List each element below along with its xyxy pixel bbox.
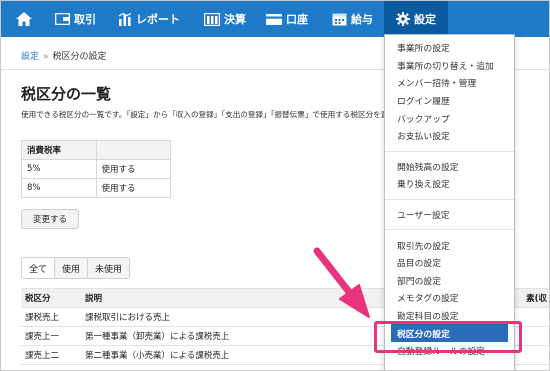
menu-item-department-settings[interactable]: 部門の設定 — [385, 272, 514, 290]
status-cell: 使用する — [95, 159, 171, 179]
menu-item-memo-tag-settings[interactable]: メモタグの設定 — [385, 289, 514, 307]
table-header-row: 消費税率 — [21, 140, 171, 160]
nav-item-settings[interactable]: 設定 — [384, 1, 448, 37]
code-cell: 課税売上 — [21, 307, 81, 327]
header-cell: 税区分 — [21, 288, 81, 308]
rate-cell: 8% — [21, 178, 97, 198]
table-row: 8% 使用する — [21, 178, 171, 198]
rate-cell: 5% — [21, 159, 97, 179]
nav-item-payroll[interactable]: 給与 — [332, 1, 373, 37]
tax-rate-table: 消費税率 5% 使用する 8% 使用する — [21, 140, 171, 198]
wallet-icon — [55, 13, 70, 25]
calendar-icon — [332, 12, 347, 26]
nav-label: 取引 — [74, 13, 96, 26]
nav-label: 給与 — [351, 13, 373, 26]
code-cell: 課売上一 — [21, 326, 81, 346]
menu-item-office-settings[interactable]: 事業所の設定 — [385, 39, 514, 57]
breadcrumb-link-settings[interactable]: 設定 — [21, 52, 39, 62]
menu-item-opening-balance[interactable]: 開始残高の設定 — [385, 158, 514, 176]
breadcrumb-current: 税区分の設定 — [52, 52, 107, 62]
page-title: 税区分の一覧 — [21, 85, 112, 103]
nav-label: 決算 — [224, 13, 246, 26]
page-description: 使用できる税区分の一覧です。「設定」から「収入の登録」「支出の登録」「振替伝票」… — [21, 110, 427, 119]
nav-label: 設定 — [414, 13, 436, 26]
nav-item-accounts[interactable]: 口座 — [266, 1, 308, 37]
menu-item-partner-settings[interactable]: 取引先の設定 — [385, 236, 514, 254]
code-cell: 課売上二 — [21, 345, 81, 365]
nav-item-closing[interactable]: 決算 — [204, 1, 246, 37]
nav-label: レポート — [136, 13, 180, 26]
menu-item-switch-office[interactable]: 事業所の切り替え・追加 — [385, 57, 514, 75]
header-cell — [95, 140, 171, 160]
menu-item-migration-settings[interactable]: 乗り換え設定 — [385, 175, 514, 193]
gear-icon — [396, 12, 410, 26]
top-navbar: 取引 レポート 決算 口座 給与 設定 — [1, 1, 549, 37]
nav-item-reports[interactable]: レポート — [118, 1, 180, 37]
highlight-box — [374, 321, 522, 353]
nav-item-transactions[interactable]: 取引 — [55, 1, 96, 37]
menu-item-login-history[interactable]: ログイン履歴 — [385, 92, 514, 110]
menu-divider — [385, 229, 514, 231]
filter-used-button[interactable]: 使用 — [54, 257, 89, 279]
table-row: 5% 使用する — [21, 159, 171, 179]
nav-label: 口座 — [286, 13, 308, 26]
bar-chart-icon — [118, 12, 132, 26]
breadcrumb-separator: » — [43, 52, 49, 62]
filter-unused-button[interactable]: 未使用 — [87, 257, 131, 279]
menu-item-backup[interactable]: バックアップ — [385, 109, 514, 127]
book-icon — [204, 12, 220, 26]
menu-divider — [385, 198, 514, 200]
breadcrumb: 設定 » 税区分の設定 — [21, 49, 107, 62]
menu-item-user-settings[interactable]: ユーザー設定 — [385, 206, 514, 224]
menu-item-member-invite[interactable]: メンバー招待・管理 — [385, 74, 514, 92]
header-cell: 消費税率 — [21, 140, 97, 160]
status-cell: 使用する — [95, 178, 171, 198]
app-window: 取引 レポート 決算 口座 給与 設定 設定 » 税区分の設定 税区分の一覧 使用で… — [0, 0, 550, 371]
menu-divider — [385, 150, 514, 152]
menu-item-payment-settings[interactable]: お支払い設定 — [385, 127, 514, 145]
filter-all-button[interactable]: 全て — [21, 257, 56, 279]
home-icon[interactable] — [7, 1, 41, 37]
change-button[interactable]: 変更する — [21, 209, 79, 229]
filter-button-group: 全て 使用 未使用 — [21, 257, 131, 279]
menu-item-item-settings[interactable]: 品目の設定 — [385, 254, 514, 272]
card-icon — [266, 13, 282, 25]
